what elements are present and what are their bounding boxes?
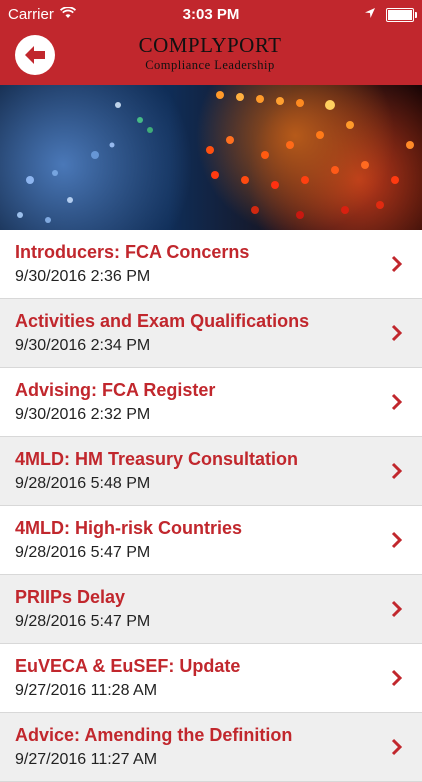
chevron-right-icon	[391, 531, 403, 549]
chevron-right-icon	[391, 393, 403, 411]
location-icon	[364, 6, 376, 23]
chevron-right-icon	[391, 255, 403, 273]
article-date: 9/30/2016 2:34 PM	[15, 337, 151, 354]
battery-icon	[386, 7, 417, 22]
article-date: 9/30/2016 2:32 PM	[15, 406, 151, 423]
chevron-right-icon	[391, 738, 403, 756]
list-item[interactable]: EuVECA & EuSEF: Update 9/27/2016 11:28 A…	[0, 644, 422, 713]
chevron-right-icon	[391, 324, 403, 342]
article-title: PRIIPs Delay	[15, 587, 126, 607]
article-title: 4MLD: High-risk Countries	[15, 518, 243, 538]
article-title: Advice: Amending the Definition	[15, 725, 293, 745]
chevron-right-icon	[391, 600, 403, 618]
banner-image	[0, 85, 422, 230]
article-title: Activities and Exam Qualifications	[15, 311, 310, 331]
back-button[interactable]	[15, 35, 55, 75]
list-item[interactable]: Introducers: FCA Concerns 9/30/2016 2:36…	[0, 230, 422, 299]
article-list: Introducers: FCA Concerns 9/30/2016 2:36…	[0, 230, 422, 782]
article-date: 9/28/2016 5:47 PM	[15, 544, 151, 561]
list-item[interactable]: 4MLD: HM Treasury Consultation 9/28/2016…	[0, 437, 422, 506]
article-date: 9/27/2016 11:27 AM	[15, 751, 158, 768]
status-right	[364, 6, 417, 23]
back-arrow-icon	[25, 46, 45, 64]
article-date: 9/30/2016 2:36 PM	[15, 268, 151, 285]
brand-logo: COMPLYPORT Compliance Leadership	[130, 34, 290, 73]
list-item[interactable]: Activities and Exam Qualifications 9/30/…	[0, 299, 422, 368]
list-item[interactable]: 4MLD: High-risk Countries 9/28/2016 5:47…	[0, 506, 422, 575]
chevron-right-icon	[391, 462, 403, 480]
article-title: EuVECA & EuSEF: Update	[15, 656, 241, 676]
list-item[interactable]: PRIIPs Delay 9/28/2016 5:47 PM	[0, 575, 422, 644]
chevron-right-icon	[391, 669, 403, 687]
article-date: 9/28/2016 5:48 PM	[15, 475, 151, 492]
article-title: Introducers: FCA Concerns	[15, 242, 250, 262]
list-item[interactable]: Advising: FCA Register 9/30/2016 2:32 PM	[0, 368, 422, 437]
brand-subtitle: Compliance Leadership	[145, 58, 275, 72]
article-date: 9/27/2016 11:28 AM	[15, 682, 158, 699]
article-title: Advising: FCA Register	[15, 380, 216, 400]
article-date: 9/28/2016 5:47 PM	[15, 613, 151, 630]
status-bar: Carrier 3:03 PM	[0, 0, 422, 30]
brand-title: COMPLYPORT	[138, 33, 282, 57]
status-time: 3:03 PM	[182, 6, 240, 23]
app-header: Carrier 3:03 PM COMPLYPORT Compliance Le…	[0, 0, 422, 85]
article-title: 4MLD: HM Treasury Consultation	[15, 449, 299, 469]
list-item[interactable]: Advice: Amending the Definition 9/27/201…	[0, 713, 422, 782]
